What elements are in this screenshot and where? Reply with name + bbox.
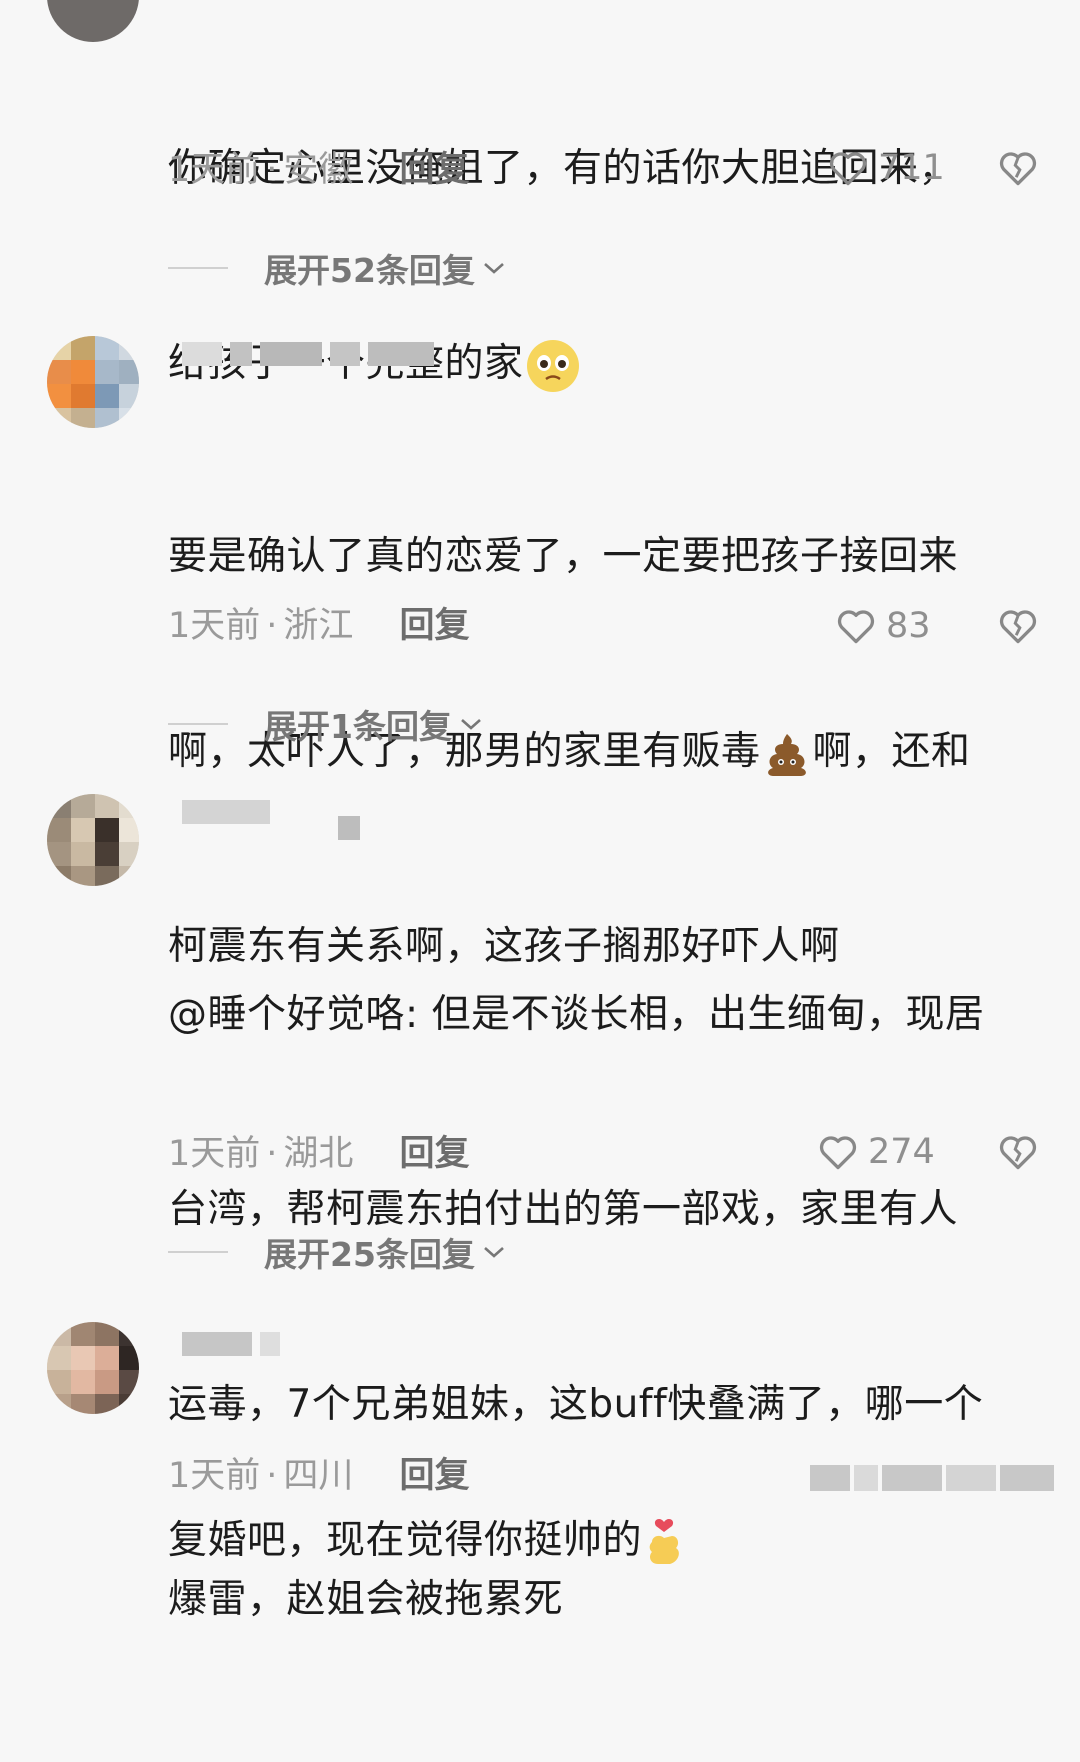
finger-heart-emoji-icon: [649, 1518, 679, 1564]
broken-heart-icon: [999, 610, 1037, 644]
expand-replies-label: 展开1条回复: [264, 707, 452, 746]
comment-time: 1天前: [168, 1134, 261, 1174]
separator: ·: [266, 1456, 278, 1496]
chevron-down-icon: [484, 1247, 504, 1258]
avatar[interactable]: [47, 336, 139, 428]
heart-outline-icon: [837, 610, 875, 644]
expand-replies-label: 展开52条回复: [264, 251, 475, 290]
like-count: 274: [868, 1132, 935, 1172]
comment-meta: 1天前 · 湖北 回复: [168, 1134, 469, 1174]
separator: ·: [266, 150, 278, 190]
dislike-button[interactable]: [995, 1130, 1041, 1178]
avatar[interactable]: [47, 0, 139, 42]
reply-button[interactable]: 回复: [399, 1456, 469, 1496]
comment-text-line: @睡个好觉咯: 但是不谈长相，出生缅甸，现居: [168, 992, 985, 1037]
username-redacted: [182, 342, 434, 370]
comment-text-line: 要是确认了真的恋爱了，一定要把孩子接回来: [168, 534, 959, 579]
comment-meta: 1天前 · 浙江 回复: [168, 606, 469, 646]
like-button[interactable]: 711: [826, 146, 945, 190]
pleading-face-emoji-icon: [526, 339, 579, 392]
like-button[interactable]: 83: [834, 604, 931, 648]
username-redacted: [182, 1332, 280, 1360]
avatar[interactable]: [47, 794, 139, 886]
divider: [168, 723, 228, 725]
broken-heart-icon: [999, 1136, 1037, 1170]
username-redacted: [338, 816, 360, 844]
comment-location: 湖北: [283, 1134, 354, 1174]
comment-text: 复婚吧，现在觉得你挺帅的: [168, 1378, 1048, 1703]
chevron-down-icon: [461, 719, 481, 730]
watermark-redacted: [810, 1458, 1060, 1498]
comment-meta: 1天前 · 四川 回复: [168, 1456, 469, 1496]
heart-outline-icon: [829, 152, 867, 186]
separator: ·: [266, 606, 278, 646]
reply-button[interactable]: 回复: [399, 150, 469, 190]
comment-location: 四川: [283, 1456, 354, 1496]
broken-heart-icon: [999, 152, 1037, 186]
like-count: 83: [886, 606, 931, 646]
comment-text-line: 复婚吧，现在觉得你挺帅的: [168, 1508, 1048, 1573]
comment-time: 1天前: [168, 1456, 261, 1496]
comment-location: 浙江: [283, 606, 354, 646]
separator: ·: [266, 1134, 278, 1174]
like-count: 711: [878, 148, 945, 188]
expand-replies-button[interactable]: 展开25条回复: [168, 1228, 507, 1276]
like-button[interactable]: 274: [816, 1130, 935, 1174]
avatar[interactable]: [47, 1322, 139, 1414]
divider: [168, 1251, 228, 1253]
heart-outline-icon: [819, 1136, 857, 1170]
username-redacted: [182, 800, 278, 828]
expand-replies-button[interactable]: 展开1条回复: [168, 700, 484, 748]
chevron-down-icon: [484, 263, 504, 274]
divider: [168, 267, 228, 269]
reply-button[interactable]: 回复: [399, 1134, 469, 1174]
dislike-button[interactable]: [995, 146, 1041, 194]
expand-replies-label: 展开25条回复: [264, 1235, 475, 1274]
poop-emoji-icon: [767, 733, 806, 776]
comment-location: 安徽: [283, 150, 354, 190]
comment-time: 1天前: [168, 606, 261, 646]
comment-meta: 1天前 · 安徽 回复: [168, 150, 469, 190]
dislike-button[interactable]: [995, 604, 1041, 652]
reply-button[interactable]: 回复: [399, 606, 469, 646]
expand-replies-button[interactable]: 展开52条回复: [168, 244, 507, 292]
comment-time: 1天前: [168, 150, 261, 190]
